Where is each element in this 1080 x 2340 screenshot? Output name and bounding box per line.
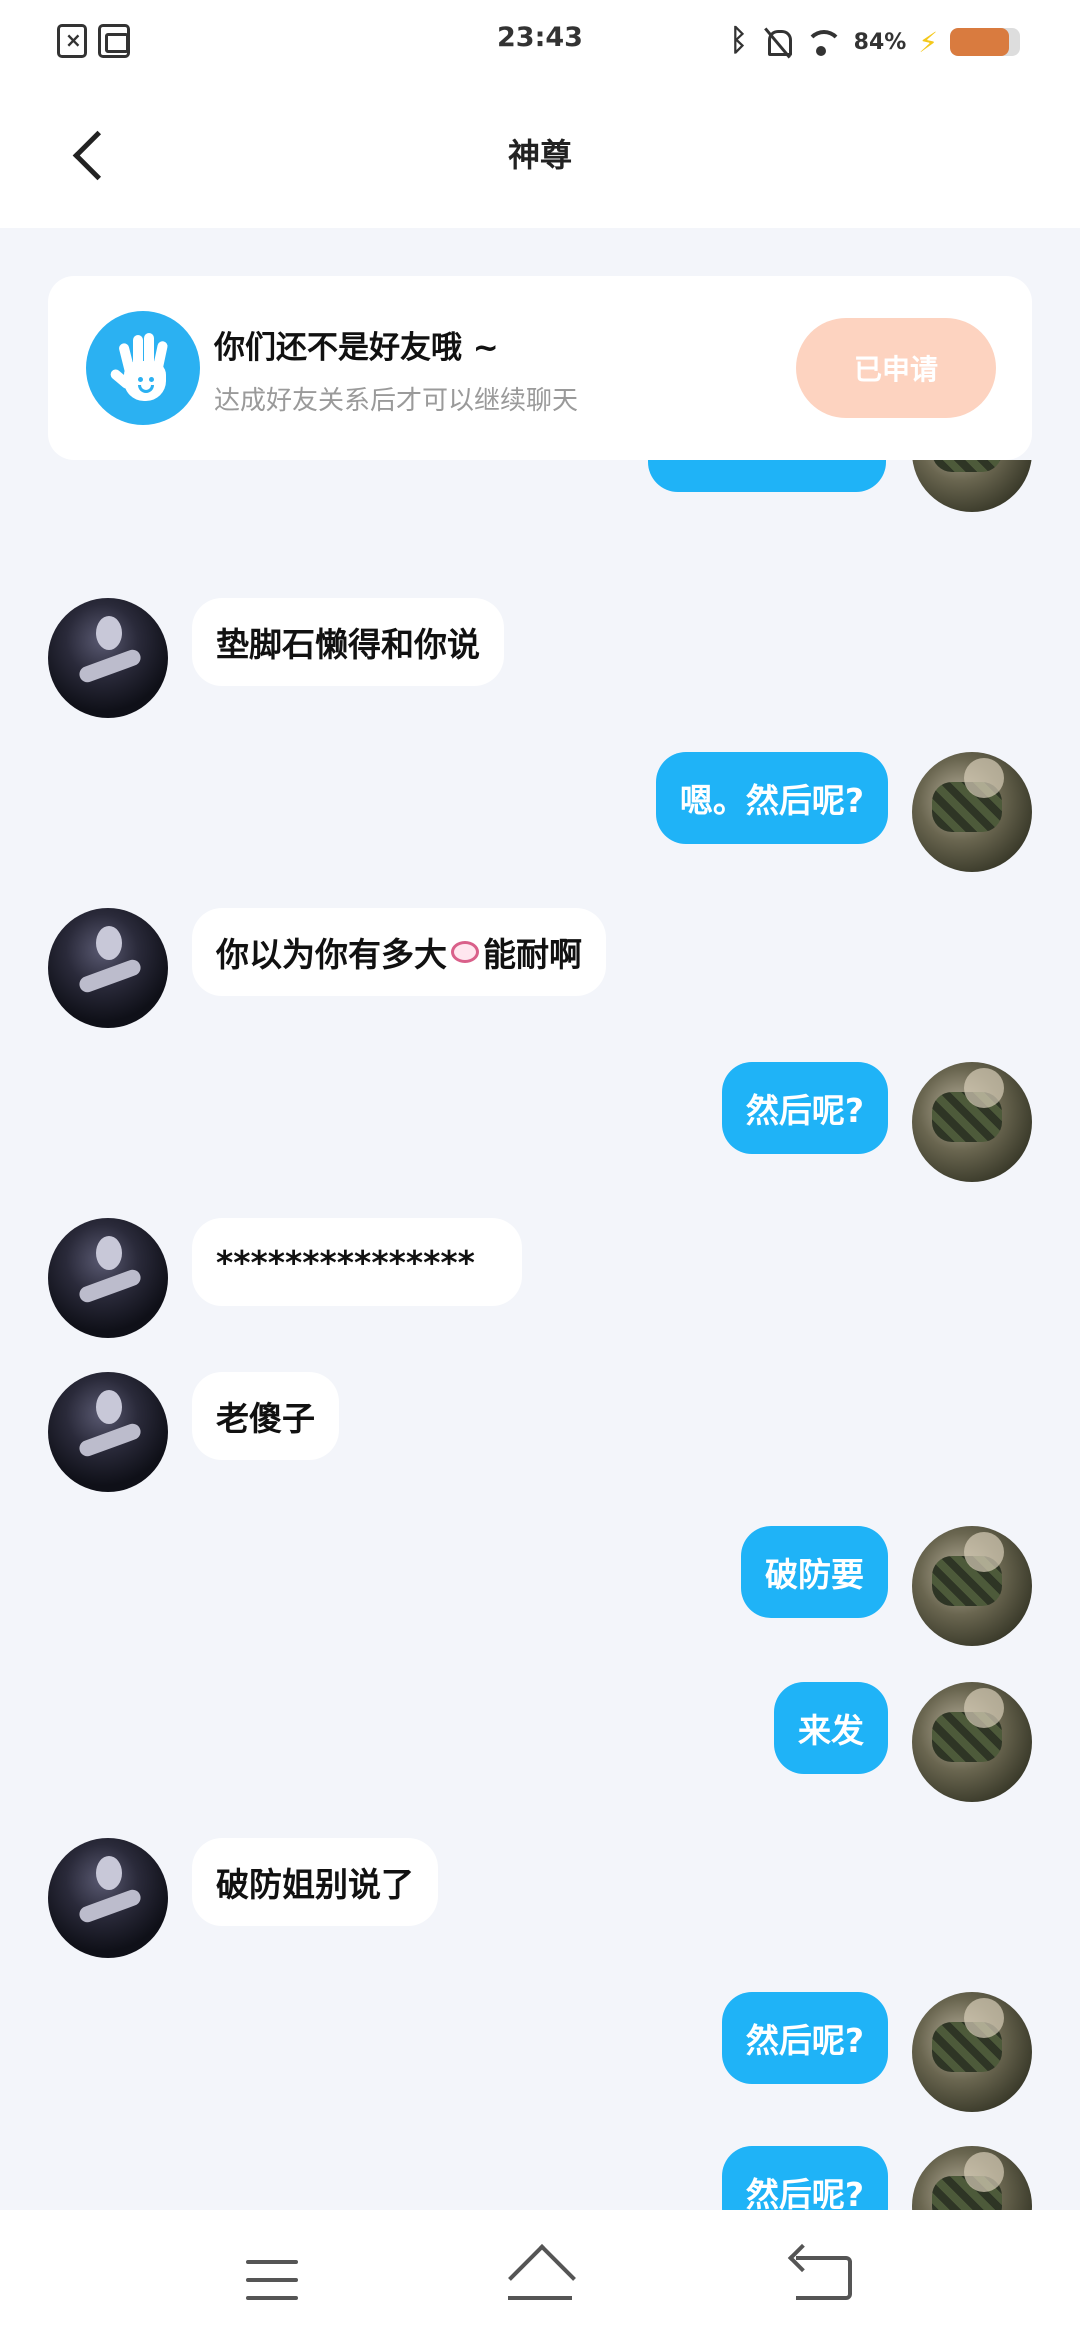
her-avatar[interactable] xyxy=(48,1218,168,1338)
charging-icon: ⚡ xyxy=(918,25,938,59)
message-bubble-in[interactable]: 老傻子 xyxy=(192,1372,339,1460)
message-bubble-in[interactable]: 破防姐别说了 xyxy=(192,1838,438,1926)
mute-bell-icon xyxy=(764,26,792,58)
my-avatar[interactable] xyxy=(912,2146,1032,2210)
message-text: *************** xyxy=(216,1242,475,1282)
heart-emoji-icon xyxy=(451,941,479,963)
applied-button[interactable]: 已申请 xyxy=(796,318,996,418)
message-bubble-out[interactable]: 嗯。然后呢? xyxy=(655,752,888,844)
message-text: 来发 xyxy=(798,1711,864,1750)
message-bubble-out[interactable]: 破防要 xyxy=(741,1526,888,1618)
message-text: 垫脚石懒得和你说 xyxy=(216,625,480,664)
message-text: 然后呢? xyxy=(745,2021,864,2060)
message-bubble-out[interactable]: 然后呢? xyxy=(721,1062,888,1154)
message-bubble-in[interactable]: *************** xyxy=(192,1218,522,1306)
wifi-icon xyxy=(804,26,842,58)
message-bubble-out[interactable]: 然后呢? xyxy=(721,2146,888,2210)
message-text: 然后呢? xyxy=(745,1091,864,1130)
notice-title: 你们还不是好友哦 ~ xyxy=(214,330,499,366)
battery-icon xyxy=(950,28,1020,56)
page-title: 神尊 xyxy=(507,136,572,174)
back-icon[interactable] xyxy=(796,2256,852,2300)
message-bubble-in[interactable]: 垫脚石懒得和你说 xyxy=(192,598,504,686)
bluetooth-icon xyxy=(730,23,752,59)
my-avatar[interactable] xyxy=(912,1682,1032,1802)
message-text: 破防姐别说了 xyxy=(216,1865,414,1904)
chat-messages[interactable]: 垫脚石懒得和你说 嗯。然后呢? 你以为你有多大 能耐啊 然后呢? ********… xyxy=(0,460,1080,2210)
message-bubble-out[interactable]: 然后呢? xyxy=(721,1992,888,2084)
status-bar: 23:43 84% ⚡ xyxy=(0,0,1080,80)
chat-header: 神尊 xyxy=(0,80,1080,228)
message-text: 嗯。然后呢? xyxy=(679,781,864,820)
message-text: 然后呢? xyxy=(745,2175,864,2210)
my-avatar[interactable] xyxy=(912,752,1032,872)
message-text: 老傻子 xyxy=(216,1399,315,1438)
message-bubble-out[interactable] xyxy=(648,460,886,492)
battery-percent: 84% xyxy=(853,29,907,55)
notice-subtitle: 达成好友关系后才可以继续聊天 xyxy=(214,386,579,416)
message-bubble-out[interactable]: 来发 xyxy=(774,1682,888,1774)
her-avatar[interactable] xyxy=(48,1372,168,1492)
menu-icon[interactable] xyxy=(246,2260,298,2300)
message-text: 破防要 xyxy=(765,1555,864,1594)
her-avatar[interactable] xyxy=(48,908,168,1028)
my-avatar[interactable] xyxy=(912,1526,1032,1646)
her-avatar[interactable] xyxy=(48,598,168,718)
home-icon[interactable] xyxy=(504,2250,576,2304)
not-friends-notice: 你们还不是好友哦 ~ 达成好友关系后才可以继续聊天 已申请 xyxy=(48,276,1032,460)
status-right-group: 84% ⚡ xyxy=(730,22,1020,62)
battery-fill xyxy=(950,28,1009,56)
system-nav-bar xyxy=(0,2210,1080,2340)
message-bubble-in[interactable]: 你以为你有多大 能耐啊 xyxy=(192,908,606,996)
her-avatar[interactable] xyxy=(48,1838,168,1958)
my-avatar[interactable] xyxy=(912,460,1032,512)
message-text: 你以为你有多大 xyxy=(216,935,447,974)
my-avatar[interactable] xyxy=(912,1062,1032,1182)
message-text: 能耐啊 xyxy=(483,935,582,974)
my-avatar[interactable] xyxy=(912,1992,1032,2112)
wave-hand-icon xyxy=(86,311,200,425)
